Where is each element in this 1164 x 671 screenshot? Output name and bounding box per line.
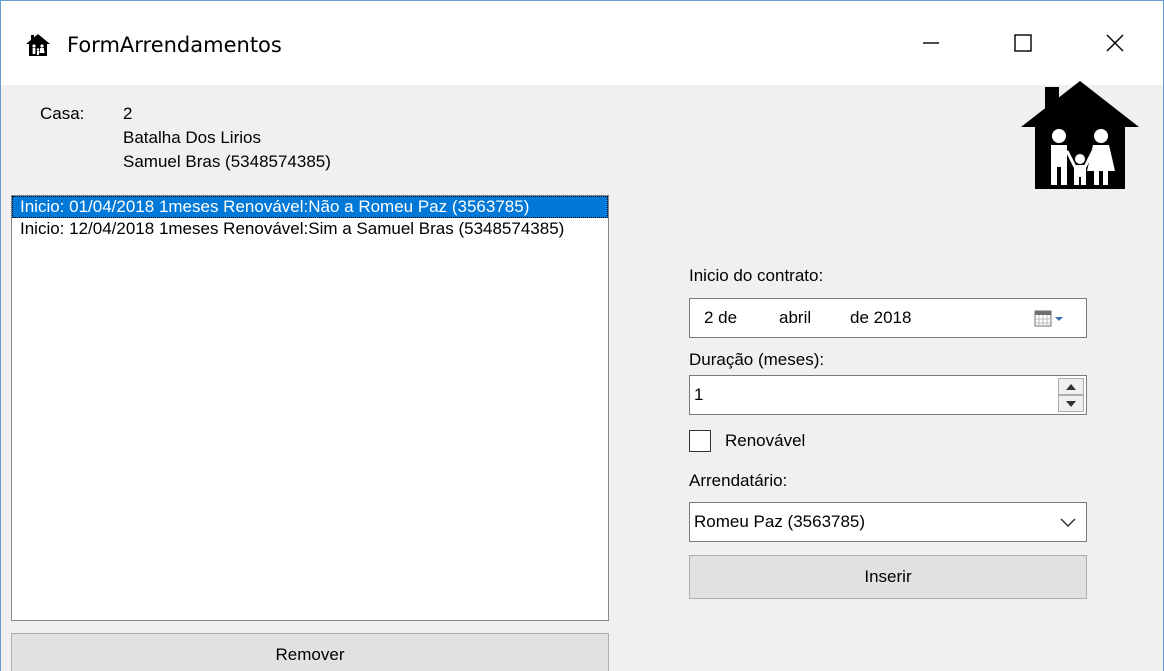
renewable-label[interactable]: Renovável (725, 431, 805, 451)
calendar-dropdown-icon[interactable] (1034, 309, 1074, 329)
form-window: FormArrendamentos Casa: 2 Batalha Dos Li… (0, 0, 1164, 671)
duration-value[interactable]: 1 (694, 385, 703, 405)
start-date-year[interactable]: de 2018 (850, 308, 911, 328)
window-title: FormArrendamentos (67, 33, 282, 57)
tenant-label: Arrendatário: (689, 471, 788, 490)
insert-button[interactable]: Inserir (689, 555, 1087, 599)
casa-owner: Samuel Bras (5348574385) (123, 152, 331, 171)
renewable-checkbox[interactable] (689, 430, 711, 452)
minimize-button[interactable] (885, 15, 977, 71)
chevron-down-icon (1066, 400, 1076, 407)
rentals-listbox[interactable]: Inicio: 01/04/2018 1meses Renovável:Não … (11, 195, 609, 621)
list-item[interactable]: Inicio: 01/04/2018 1meses Renovável:Não … (12, 196, 608, 218)
maximize-button[interactable] (977, 15, 1069, 71)
remove-button[interactable]: Remover (11, 633, 609, 671)
maximize-icon (1014, 34, 1032, 52)
start-date-label: Inicio do contrato: (689, 266, 824, 285)
list-item[interactable]: Inicio: 12/04/2018 1meses Renovável:Sim … (12, 218, 608, 240)
chevron-down-icon (1060, 518, 1076, 528)
casa-number: 2 (123, 104, 133, 123)
start-date-month[interactable]: abril (779, 308, 811, 328)
casa-label: Casa: (40, 104, 85, 123)
duration-stepper[interactable] (1058, 378, 1084, 412)
minimize-icon (923, 42, 939, 44)
casa-address: Batalha Dos Lirios (123, 128, 261, 147)
duration-label: Duração (meses): (689, 350, 825, 369)
start-date-day[interactable]: 2 de (704, 308, 737, 328)
tenant-selected-value: Romeu Paz (3563785) (694, 512, 866, 531)
house-family-icon (26, 34, 50, 56)
house-family-icon (1021, 81, 1139, 189)
close-icon (1106, 34, 1124, 52)
close-button[interactable] (1069, 15, 1161, 71)
duration-input[interactable]: 1 (689, 375, 1087, 415)
tenant-select[interactable]: Romeu Paz (3563785) (689, 502, 1087, 542)
stepper-down-button[interactable] (1058, 395, 1084, 412)
stepper-up-button[interactable] (1058, 378, 1084, 395)
title-bar[interactable]: FormArrendamentos (1, 1, 1163, 85)
start-date-picker[interactable]: 2 de abril de 2018 (689, 298, 1087, 338)
chevron-up-icon (1066, 383, 1076, 390)
